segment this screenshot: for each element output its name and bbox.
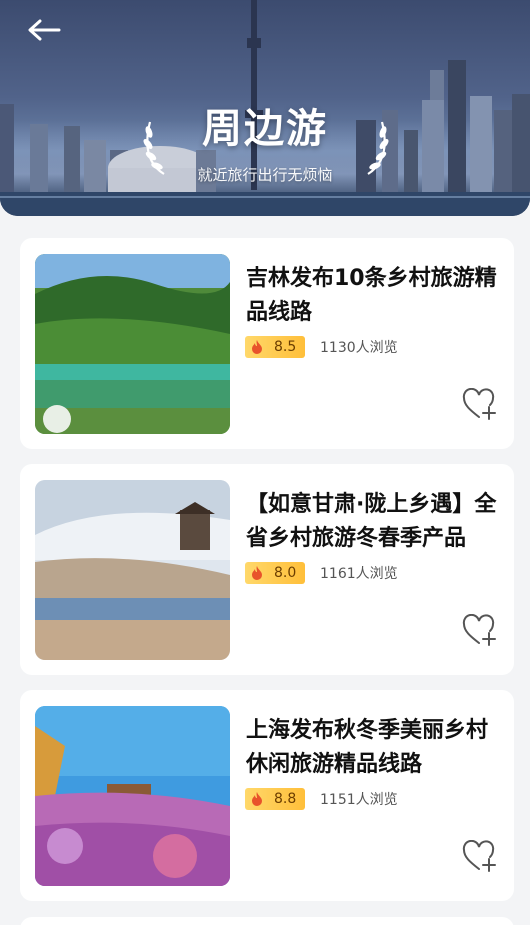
route-title[interactable]: 吉林发布10条乡村旅游精品线路 (246, 262, 508, 330)
route-meta: 8.0 1161人浏览 (245, 562, 398, 584)
view-count: 1161人浏览 (320, 566, 398, 582)
heart-plus-icon (462, 613, 496, 646)
heart-plus-icon (462, 839, 496, 872)
list-item[interactable]: 上海发布秋冬季美丽乡村休闲旅游精品线路 8.8 1151人浏览 (20, 690, 514, 901)
list-item[interactable]: 【如意甘肃·陇上乡遇】全省乡村旅游冬春季产品 8.0 1161人浏览 (20, 464, 514, 675)
fire-icon (252, 792, 262, 806)
page-title: 周边游 (202, 106, 328, 152)
favorite-button[interactable] (462, 613, 498, 648)
route-thumbnail[interactable] (35, 480, 230, 660)
arrow-left-icon (28, 19, 61, 41)
rating-badge: 8.5 (245, 336, 305, 358)
page-subtitle: 就近旅行出行无烦恼 (197, 166, 333, 184)
rating-value: 8.0 (274, 565, 297, 581)
route-meta: 8.8 1151人浏览 (245, 788, 398, 810)
fire-icon (252, 340, 262, 354)
favorite-button[interactable] (462, 839, 498, 874)
route-meta: 8.5 1130人浏览 (245, 336, 398, 358)
route-thumbnail[interactable] (35, 706, 230, 886)
route-thumbnail[interactable] (35, 254, 230, 434)
back-button[interactable] (24, 14, 64, 46)
list-item[interactable]: 吉林发布10条乡村旅游精品线路 8.5 1130人浏览 (20, 238, 514, 449)
route-title[interactable]: 【如意甘肃·陇上乡遇】全省乡村旅游冬春季产品 (246, 488, 508, 556)
rating-badge: 8.0 (245, 562, 305, 584)
favorite-button[interactable] (462, 387, 498, 422)
view-count: 1151人浏览 (320, 792, 398, 808)
rating-value: 8.5 (274, 339, 297, 355)
fire-icon (252, 566, 262, 580)
rating-value: 8.8 (274, 791, 297, 807)
heart-plus-icon (462, 387, 496, 420)
rating-badge: 8.8 (245, 788, 305, 810)
view-count: 1130人浏览 (320, 340, 398, 356)
list-item-partial[interactable] (20, 917, 514, 925)
route-list: 吉林发布10条乡村旅游精品线路 8.5 1130人浏览 【如意甘肃·陇上乡遇】全… (20, 238, 514, 916)
header-banner: 周边游 就近旅行出行无烦恼 (0, 0, 530, 216)
route-title[interactable]: 上海发布秋冬季美丽乡村休闲旅游精品线路 (246, 714, 508, 782)
